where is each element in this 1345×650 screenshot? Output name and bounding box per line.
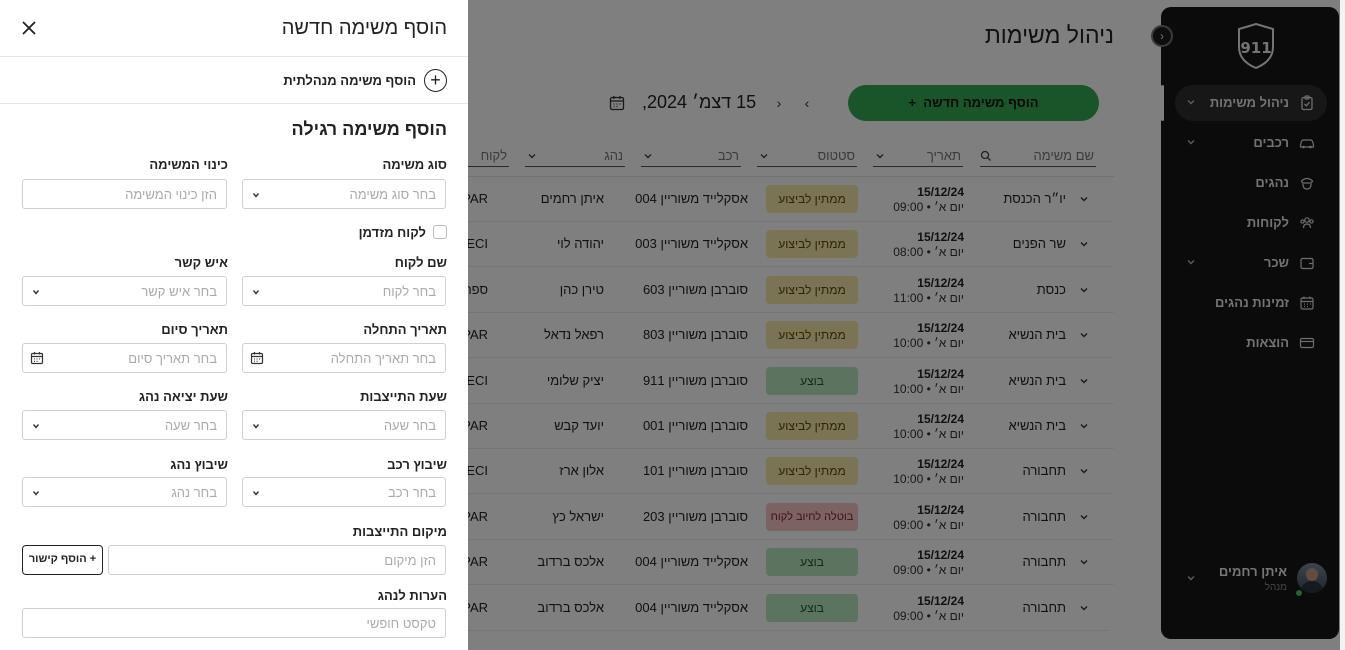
contact-select[interactable]: בחר איש קשר <box>22 276 227 306</box>
chevron-down-icon <box>252 424 260 429</box>
plus-circle-icon: + <box>424 69 447 92</box>
start-date-label: תאריך התחלה <box>363 322 447 337</box>
client-name-select[interactable]: בחר לקוח <box>242 276 446 306</box>
vehicle-assign-select[interactable]: בחר רכב <box>242 477 446 507</box>
divider <box>0 56 468 57</box>
report-time-label: שעת התייצבות <box>360 389 447 404</box>
chevron-down-icon <box>252 491 260 496</box>
scrollbar[interactable] <box>1340 0 1345 650</box>
task-type-select[interactable]: בחר סוג משימה <box>242 179 446 209</box>
chevron-down-icon <box>32 290 40 295</box>
task-alias-label: כינוי המשימה <box>149 157 228 172</box>
driver-notes-label: הערות לנהג <box>377 588 447 603</box>
task-type-label: סוג משימה <box>382 157 447 172</box>
section-title: הוסף משימה רגילה <box>291 119 447 139</box>
occasional-client-checkbox[interactable] <box>433 225 447 239</box>
start-date-input[interactable]: בחר תאריך התחלה <box>242 343 446 373</box>
calendar-icon <box>30 352 44 365</box>
chevron-down-icon <box>32 424 40 429</box>
calendar-icon <box>250 352 264 365</box>
driver-departure-select[interactable]: בחר שעה <box>22 410 227 440</box>
add-link-button[interactable]: + הוסף קישור <box>22 545 103 575</box>
chevron-down-icon <box>252 290 260 295</box>
end-date-label: תאריך סיום <box>161 322 228 337</box>
close-icon[interactable] <box>19 18 39 38</box>
panel-title: הוסף משימה חדשה <box>281 17 447 39</box>
add-task-panel: הוסף משימה חדשה + הוסף משימה מנהלתית הוס… <box>0 0 468 650</box>
report-time-select[interactable]: בחר שעה <box>242 410 446 440</box>
report-location-label: מיקום התייצבות <box>352 524 447 539</box>
vehicle-assign-label: שיבוץ רכב <box>387 457 447 472</box>
driver-assign-label: שיבוץ נהג <box>170 457 228 472</box>
driver-notes-input[interactable]: טקסט חופשי <box>22 608 446 638</box>
driver-assign-select[interactable]: בחר נהג <box>22 477 227 507</box>
task-alias-input[interactable]: הזן כינוי המשימה <box>22 179 227 209</box>
chevron-down-icon <box>252 193 260 198</box>
contact-label: איש קשר <box>174 255 228 270</box>
chevron-down-icon <box>32 491 40 496</box>
client-name-label: שם לקוח <box>394 255 447 270</box>
report-location-input[interactable]: הזן מיקום <box>108 545 446 575</box>
driver-departure-label: שעת יציאה נהג <box>138 389 228 404</box>
divider <box>0 103 468 104</box>
occasional-client-label: לקוח מזדמן <box>358 225 426 240</box>
add-management-task-button[interactable]: + הוסף משימה מנהלתית <box>283 69 447 93</box>
end-date-input[interactable]: בחר תאריך סיום <box>22 343 227 373</box>
